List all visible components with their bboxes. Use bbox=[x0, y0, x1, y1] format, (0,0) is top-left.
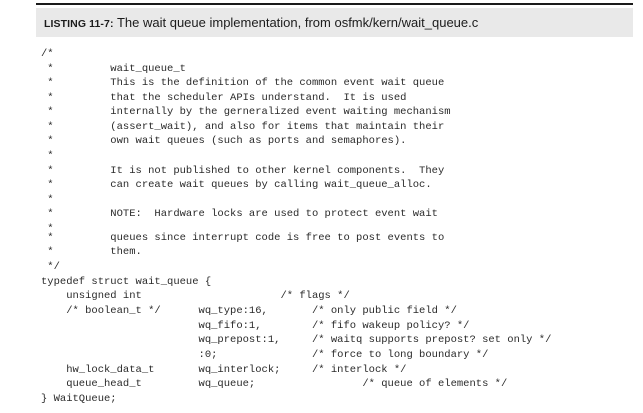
code-line: * It is not published to other kernel co… bbox=[41, 165, 445, 177]
code-line: /* boolean_t */ wq_type:16, /* only publ… bbox=[41, 305, 457, 317]
code-line: * bbox=[41, 194, 54, 206]
code-line: queue_head_t wq_queue; /* queue of eleme… bbox=[41, 378, 508, 390]
code-line: * queues since interrupt code is free to… bbox=[41, 232, 445, 244]
code-line: wq_fifo:1, /* fifo wakeup policy? */ bbox=[41, 320, 470, 332]
code-line: typedef struct wait_queue { bbox=[41, 276, 212, 288]
code-line: :0; /* force to long boundary */ bbox=[41, 349, 489, 361]
code-line: * own wait queues (such as ports and sem… bbox=[41, 135, 407, 147]
code-line: * that the scheduler APIs understand. It… bbox=[41, 92, 407, 104]
code-line: * bbox=[41, 150, 54, 162]
code-line: wq_prepost:1, /* waitq supports prepost?… bbox=[41, 334, 552, 346]
code-line: * This is the definition of the common e… bbox=[41, 77, 445, 89]
code-line: unsigned int /* flags */ bbox=[41, 290, 350, 302]
code-line: */ bbox=[41, 261, 60, 273]
code-line: * internally by the gerneralized event w… bbox=[41, 106, 451, 118]
code-line: /* bbox=[41, 48, 54, 60]
code-line: * them. bbox=[41, 246, 142, 258]
listing-caption: LISTING 11-7: The wait queue implementat… bbox=[44, 15, 478, 32]
listing-label: LISTING 11-7: bbox=[44, 18, 114, 30]
code-line: hw_lock_data_t wq_interlock; /* interloc… bbox=[41, 364, 407, 376]
code-line: * (assert_wait), and also for items that… bbox=[41, 121, 445, 133]
code-line: } WaitQueue; bbox=[41, 393, 117, 405]
code-line: * can create wait queues by calling wait… bbox=[41, 179, 432, 191]
code-line: * wait_queue_t bbox=[41, 63, 186, 75]
code-line: * NOTE: Hardware locks are used to prote… bbox=[41, 208, 438, 220]
top-rule bbox=[36, 3, 633, 5]
listing-title: The wait queue implementation, from osfm… bbox=[116, 15, 479, 30]
